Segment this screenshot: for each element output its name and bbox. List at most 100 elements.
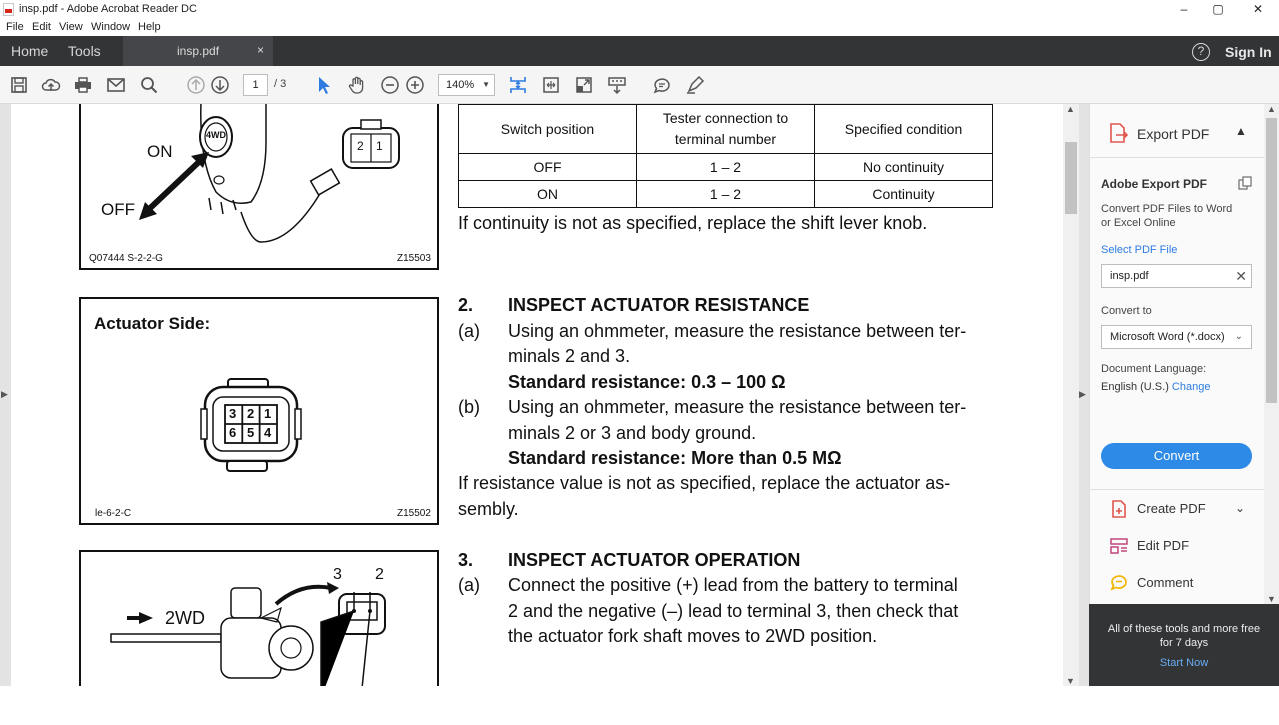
tool-comment[interactable]: Comment [1089, 565, 1264, 601]
read-mode-icon[interactable] [607, 75, 627, 95]
standard-resistance: Standard resistance: More than 0.5 MΩ [508, 448, 842, 468]
page-total: / 3 [274, 78, 287, 90]
upload-cloud-icon[interactable] [41, 75, 61, 95]
export-pdf-header[interactable]: Export PDF ▲ [1089, 104, 1264, 158]
direction-label-2wd: 2WD [165, 608, 205, 628]
sign-in-link[interactable]: Sign In [1225, 44, 1272, 60]
copy-icon[interactable] [1238, 176, 1252, 190]
clear-file-icon[interactable]: ✕ [1235, 265, 1247, 287]
start-now-link[interactable]: Start Now [1089, 657, 1279, 669]
table-row: ON 1 – 2 Continuity [458, 180, 993, 208]
tab-home[interactable]: Home [11, 43, 48, 59]
create-pdf-icon [1112, 500, 1126, 518]
instruction-line: 2 and the negative (–) lead to terminal … [508, 601, 959, 621]
tab-document[interactable]: insp.pdf × [123, 36, 273, 66]
substep-label: (a) [458, 321, 480, 341]
scrollbar-thumb[interactable] [1065, 142, 1077, 214]
comment-tool-icon[interactable] [652, 75, 672, 95]
menu-help[interactable]: Help [138, 21, 161, 33]
knob-label-4wd: 4WD [206, 130, 226, 140]
comment-icon [1110, 575, 1127, 591]
resistance-note: sembly. [458, 499, 519, 519]
hand-tool-icon[interactable] [347, 75, 367, 95]
figure-actuator-operation: 2WD 3 2 [79, 550, 439, 686]
convert-format-dropdown[interactable]: Microsoft Word (*.docx) ⌄ [1101, 325, 1252, 349]
table-header: Tester connection to terminal number [636, 104, 815, 154]
scroll-down-icon[interactable]: ▼ [1267, 594, 1276, 604]
zoom-in-icon[interactable] [405, 75, 425, 95]
chevron-up-icon[interactable]: ▲ [1235, 124, 1247, 138]
save-icon[interactable] [9, 75, 29, 95]
panel-scrollbar[interactable]: ▲ ▼ [1264, 104, 1279, 604]
pdf-file-icon [3, 3, 14, 16]
figure-actuator-side: Actuator Side: 3 2 1 6 5 4 le-6-2-C Z155… [79, 297, 439, 525]
previous-page-icon[interactable] [186, 75, 206, 95]
scrolling-mode-icon[interactable] [508, 75, 528, 95]
left-panel-toggle-icon[interactable]: ▶ [1, 389, 8, 400]
standard-resistance: Standard resistance: 0.3 – 100 Ω [508, 372, 786, 392]
instruction-line: Using an ohmmeter, measure the resistanc… [508, 321, 967, 341]
menu-bar: File Edit View Window Help [0, 19, 1279, 36]
convert-button[interactable]: Convert [1101, 443, 1252, 469]
terminal-label-2: 2 [375, 566, 384, 583]
print-icon[interactable] [73, 75, 93, 95]
tool-label: Create PDF [1137, 501, 1206, 516]
menu-window[interactable]: Window [91, 21, 130, 33]
scroll-up-icon[interactable]: ▲ [1066, 104, 1075, 114]
right-panel-toggle-icon[interactable]: ▶ [1079, 389, 1086, 400]
search-icon[interactable] [139, 75, 159, 95]
table-cell: No continuity [814, 153, 993, 181]
selected-file-field[interactable]: insp.pdf ✕ [1101, 264, 1252, 288]
edit-pdf-icon [1110, 538, 1128, 554]
selected-file-name: insp.pdf [1110, 270, 1149, 282]
document-scrollbar[interactable]: ▲ ▼ [1063, 104, 1079, 686]
instruction-line: Using an ohmmeter, measure the resistanc… [508, 397, 967, 417]
tab-document-label: insp.pdf [177, 44, 220, 58]
change-language-link[interactable]: Change [1172, 381, 1211, 393]
table-cell: OFF [458, 153, 637, 181]
zoom-out-icon[interactable] [380, 75, 400, 95]
tool-label: Comment [1137, 575, 1194, 590]
scroll-down-icon[interactable]: ▼ [1066, 676, 1075, 686]
maximize-button[interactable]: ▢ [1198, 0, 1238, 19]
menu-file[interactable]: File [6, 21, 24, 33]
actuator-pin: 4 [264, 425, 272, 440]
fit-page-icon[interactable] [541, 75, 561, 95]
tab-tools[interactable]: Tools [68, 43, 101, 59]
actuator-pin: 3 [229, 406, 237, 421]
export-pdf-icon [1110, 123, 1129, 143]
select-pdf-file-link[interactable]: Select PDF File [1101, 244, 1177, 256]
table-cell: 1 – 2 [636, 180, 815, 208]
pdf-page: ON OFF 4WD 2 1 Q07444 S-2-2-G Z15503 Swi… [11, 104, 1063, 686]
chevron-down-icon[interactable]: ⌄ [1235, 501, 1245, 515]
export-panel-title: Adobe Export PDF [1101, 177, 1208, 191]
instruction-line: minals 2 or 3 and body ground. [508, 423, 757, 443]
connector-pin-2: 2 [357, 139, 364, 153]
table-header: Specified condition [814, 104, 993, 154]
zoom-level-value: 140% [446, 79, 475, 91]
close-window-button[interactable]: ✕ [1238, 0, 1278, 19]
menu-edit[interactable]: Edit [32, 21, 51, 33]
table-cell: ON [458, 180, 637, 208]
next-page-icon[interactable] [210, 75, 230, 95]
figure-caption-left: Q07444 S-2-2-G [89, 253, 163, 264]
scroll-up-icon[interactable]: ▲ [1267, 104, 1276, 114]
menu-view[interactable]: View [59, 21, 83, 33]
export-pdf-label: Export PDF [1137, 126, 1210, 142]
help-icon[interactable]: ? [1192, 43, 1210, 61]
export-panel-description: Convert PDF Files to Word or Excel Onlin… [1101, 203, 1233, 229]
page-number-input[interactable]: 1 [243, 74, 268, 96]
tool-edit-pdf[interactable]: Edit PDF [1089, 528, 1264, 564]
tab-close-button[interactable]: × [257, 43, 264, 57]
select-cursor-icon[interactable] [314, 75, 334, 95]
zoom-level-dropdown[interactable]: 140% ▼ [438, 74, 495, 96]
bottom-blank-area [0, 686, 1279, 725]
email-icon[interactable] [106, 75, 126, 95]
highlight-pen-icon[interactable] [685, 75, 705, 95]
tool-create-pdf[interactable]: Create PDF ⌄ [1089, 491, 1264, 527]
chevron-down-icon: ⌄ [1234, 331, 1243, 342]
figure-caption-right: Z15503 [397, 253, 431, 264]
trial-promo: All of these tools and more free for 7 d… [1089, 604, 1279, 686]
scrollbar-thumb[interactable] [1266, 118, 1277, 403]
full-screen-icon[interactable] [574, 75, 594, 95]
